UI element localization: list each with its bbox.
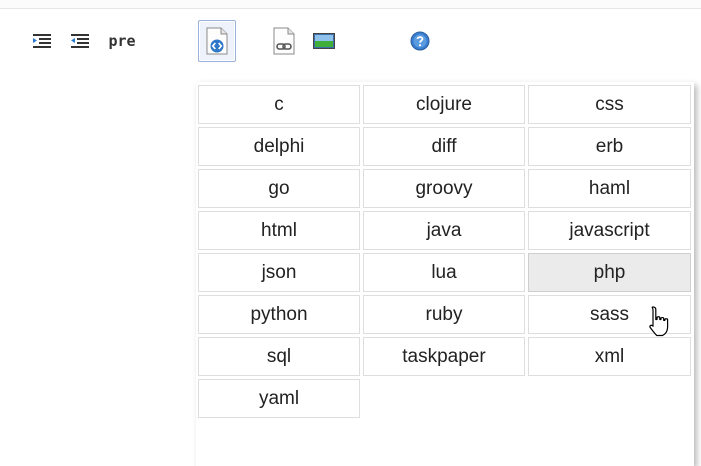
- language-option-javascript[interactable]: javascript: [528, 211, 691, 250]
- indent-icon: [33, 34, 51, 48]
- language-dropdown: c clojure css delphi diff erb go groovy …: [196, 82, 694, 466]
- language-option-clojure[interactable]: clojure: [363, 85, 525, 124]
- language-option-xml[interactable]: xml: [528, 337, 691, 376]
- language-option-html[interactable]: html: [198, 211, 360, 250]
- hand-cursor-icon: [649, 306, 669, 337]
- language-option-haml[interactable]: haml: [528, 169, 691, 208]
- help-icon: [410, 31, 430, 51]
- outdent-icon: [71, 34, 89, 48]
- language-option-taskpaper[interactable]: taskpaper: [363, 337, 525, 376]
- language-option-groovy[interactable]: groovy: [363, 169, 525, 208]
- code-button[interactable]: [198, 20, 236, 62]
- language-option-diff[interactable]: diff: [363, 127, 525, 166]
- pre-button[interactable]: pre: [102, 22, 142, 60]
- language-option-ruby[interactable]: ruby: [363, 295, 525, 334]
- editor-top-border: [0, 0, 701, 9]
- image-icon: [313, 33, 335, 49]
- language-option-delphi[interactable]: delphi: [198, 127, 360, 166]
- link-file-icon: [273, 27, 295, 55]
- indent-button[interactable]: [26, 22, 58, 60]
- link-button[interactable]: [266, 22, 302, 60]
- language-option-php[interactable]: php: [528, 253, 691, 292]
- language-option-go[interactable]: go: [198, 169, 360, 208]
- pre-button-label: pre: [108, 32, 136, 50]
- language-option-java[interactable]: java: [363, 211, 525, 250]
- language-option-css[interactable]: css: [528, 85, 691, 124]
- code-file-icon: [206, 27, 228, 55]
- language-option-c[interactable]: c: [198, 85, 360, 124]
- help-button[interactable]: [402, 22, 438, 60]
- language-option-lua[interactable]: lua: [363, 253, 525, 292]
- image-button[interactable]: [306, 22, 342, 60]
- outdent-button[interactable]: [64, 22, 96, 60]
- language-option-erb[interactable]: erb: [528, 127, 691, 166]
- language-grid: c clojure css delphi diff erb go groovy …: [198, 85, 691, 418]
- language-option-python[interactable]: python: [198, 295, 360, 334]
- language-option-sql[interactable]: sql: [198, 337, 360, 376]
- language-option-yaml[interactable]: yaml: [198, 379, 360, 418]
- language-option-json[interactable]: json: [198, 253, 360, 292]
